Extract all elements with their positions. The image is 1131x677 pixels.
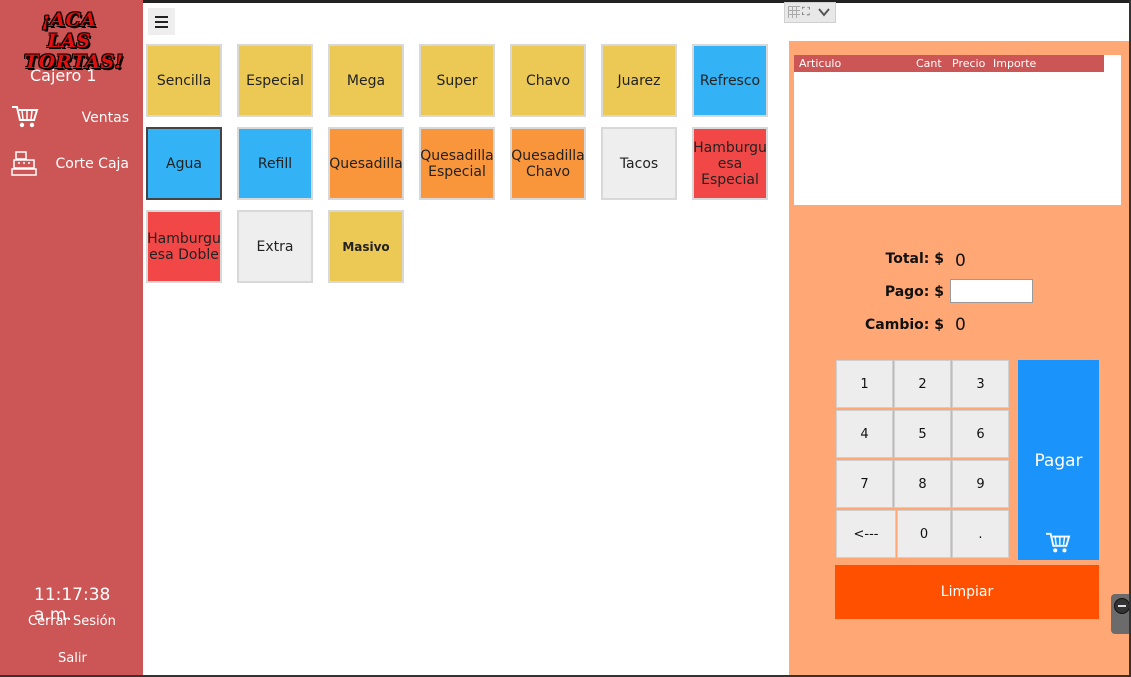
hamburger-icon [155,16,168,18]
sidebar: ¡ACA LAS TORTAS! Cajero 1 Ventas Corte C… [0,0,143,677]
product-label-line-2: esa Doble [149,246,219,263]
chevron-down-icon[interactable] [817,4,831,23]
product-label-line-1: Quesadilla [420,147,494,164]
payment-input[interactable] [950,279,1033,303]
product-hamburguesa-doble-button[interactable]: Hamburgu esa Doble [146,210,222,283]
logo-line-1: ¡ACA LAS [41,9,97,52]
product-label-line-1: Hamburgu [693,139,767,156]
product-quesadilla-especial-button[interactable]: Quesadilla Especial [419,127,495,200]
product-label: Refresco [699,72,761,89]
product-quesadilla-chavo-button[interactable]: Quesadilla Chavo [510,127,586,200]
product-refill-button[interactable]: Refill [237,127,313,200]
total-value: 0 [955,251,966,271]
logout-link[interactable]: Cerrar Sesión [28,614,116,629]
grid-icon[interactable] [788,6,800,18]
product-label-line-1: Hamburgu [147,230,221,247]
column-header-importe: Importe [993,57,1037,70]
column-header-articulo: Articulo [799,57,842,70]
sidebar-item-corte-caja[interactable]: Corte Caja [10,150,135,180]
keypad-1[interactable]: 1 [836,360,893,408]
change-label: Cambio: $ [865,317,944,333]
keypad-3[interactable]: 3 [952,360,1009,408]
product-label-line-2: Especial [428,163,486,180]
pay-button[interactable]: Pagar [1018,360,1099,560]
product-label: Mega [346,72,386,89]
product-hamburguesa-especial-button[interactable]: Hamburgu esa Especial [692,127,768,200]
keypad-2[interactable]: 2 [894,360,951,408]
product-label: Masivo [342,239,390,254]
checkout-panel: Articulo Cant Precio Importe Total: $ 0 … [789,41,1129,675]
window-top-border [143,0,1131,3]
sidebar-item-ventas[interactable]: Ventas [10,104,135,134]
change-value: 0 [955,315,966,335]
ticket-table: Articulo Cant Precio Importe [794,55,1121,205]
menu-toggle-button[interactable] [148,8,175,35]
product-quesadilla-button[interactable]: Quesadilla [328,127,404,200]
total-label: Total: $ [885,251,944,267]
sidebar-item-label: Corte Caja [55,156,129,172]
pay-label: Pagar [1034,451,1083,471]
window-controls[interactable]: ⛶ [784,2,836,23]
product-masivo-button[interactable]: Masivo [328,210,404,283]
shopping-cart-icon [10,104,42,132]
payment-label: Pago: $ [884,284,944,300]
cash-register-icon [10,150,42,178]
app-logo: ¡ACA LAS TORTAS! [24,9,123,73]
keypad-6[interactable]: 6 [952,410,1009,458]
product-mega-button[interactable]: Mega [328,44,404,117]
cashier-name: Cajero 1 [30,66,97,85]
keypad-7[interactable]: 7 [836,460,893,508]
product-label-line-2: Chavo [525,163,571,180]
keypad-backspace[interactable]: <--- [836,510,896,558]
hamburger-icon-bar [155,26,168,28]
keypad-8[interactable]: 8 [894,460,951,508]
product-label: Juarez [617,72,661,89]
keypad-4[interactable]: 4 [836,410,893,458]
product-extra-button[interactable]: Extra [237,210,313,283]
product-juarez-button[interactable]: Juarez [601,44,677,117]
keypad-0[interactable]: 0 [897,510,951,558]
product-label: Chavo [525,72,571,89]
exit-link[interactable]: Salir [58,651,87,666]
ticket-header: Articulo Cant Precio Importe [794,55,1104,72]
expand-icon[interactable]: ⛶ [802,5,810,19]
product-label: Sencilla [156,72,212,89]
side-handle[interactable] [1111,594,1131,634]
product-label: Agua [166,155,202,172]
product-sencilla-button[interactable]: Sencilla [146,44,222,117]
product-agua-button[interactable]: Agua [146,127,222,200]
product-chavo-button[interactable]: Chavo [510,44,586,117]
product-label: Extra [256,238,294,255]
product-label-line-3: Especial [701,171,759,188]
pos-window: ¡ACA LAS TORTAS! Cajero 1 Ventas Corte C… [0,0,1131,677]
hamburger-icon-bar [155,21,168,23]
product-label-line-1: Quesadilla [511,147,585,164]
product-refresco-button[interactable]: Refresco [692,44,768,117]
shopping-cart-icon [1044,531,1072,559]
product-label: Especial [246,72,304,89]
keypad-decimal[interactable]: . [952,510,1009,558]
product-label: Super [436,72,478,89]
keypad-5[interactable]: 5 [894,410,951,458]
sidebar-item-label: Ventas [81,110,129,126]
product-label: Refill [257,155,293,172]
keypad-9[interactable]: 9 [952,460,1009,508]
clear-button[interactable]: Limpiar [835,565,1099,619]
product-label-line-2: esa [717,155,743,172]
product-tacos-button[interactable]: Tacos [601,127,677,200]
product-especial-button[interactable]: Especial [237,44,313,117]
column-header-precio: Precio [952,57,986,70]
product-super-button[interactable]: Super [419,44,495,117]
column-header-cant: Cant [916,57,942,70]
product-label: Tacos [619,155,659,172]
collapse-icon [1114,598,1130,614]
product-label: Quesadilla [329,155,403,172]
